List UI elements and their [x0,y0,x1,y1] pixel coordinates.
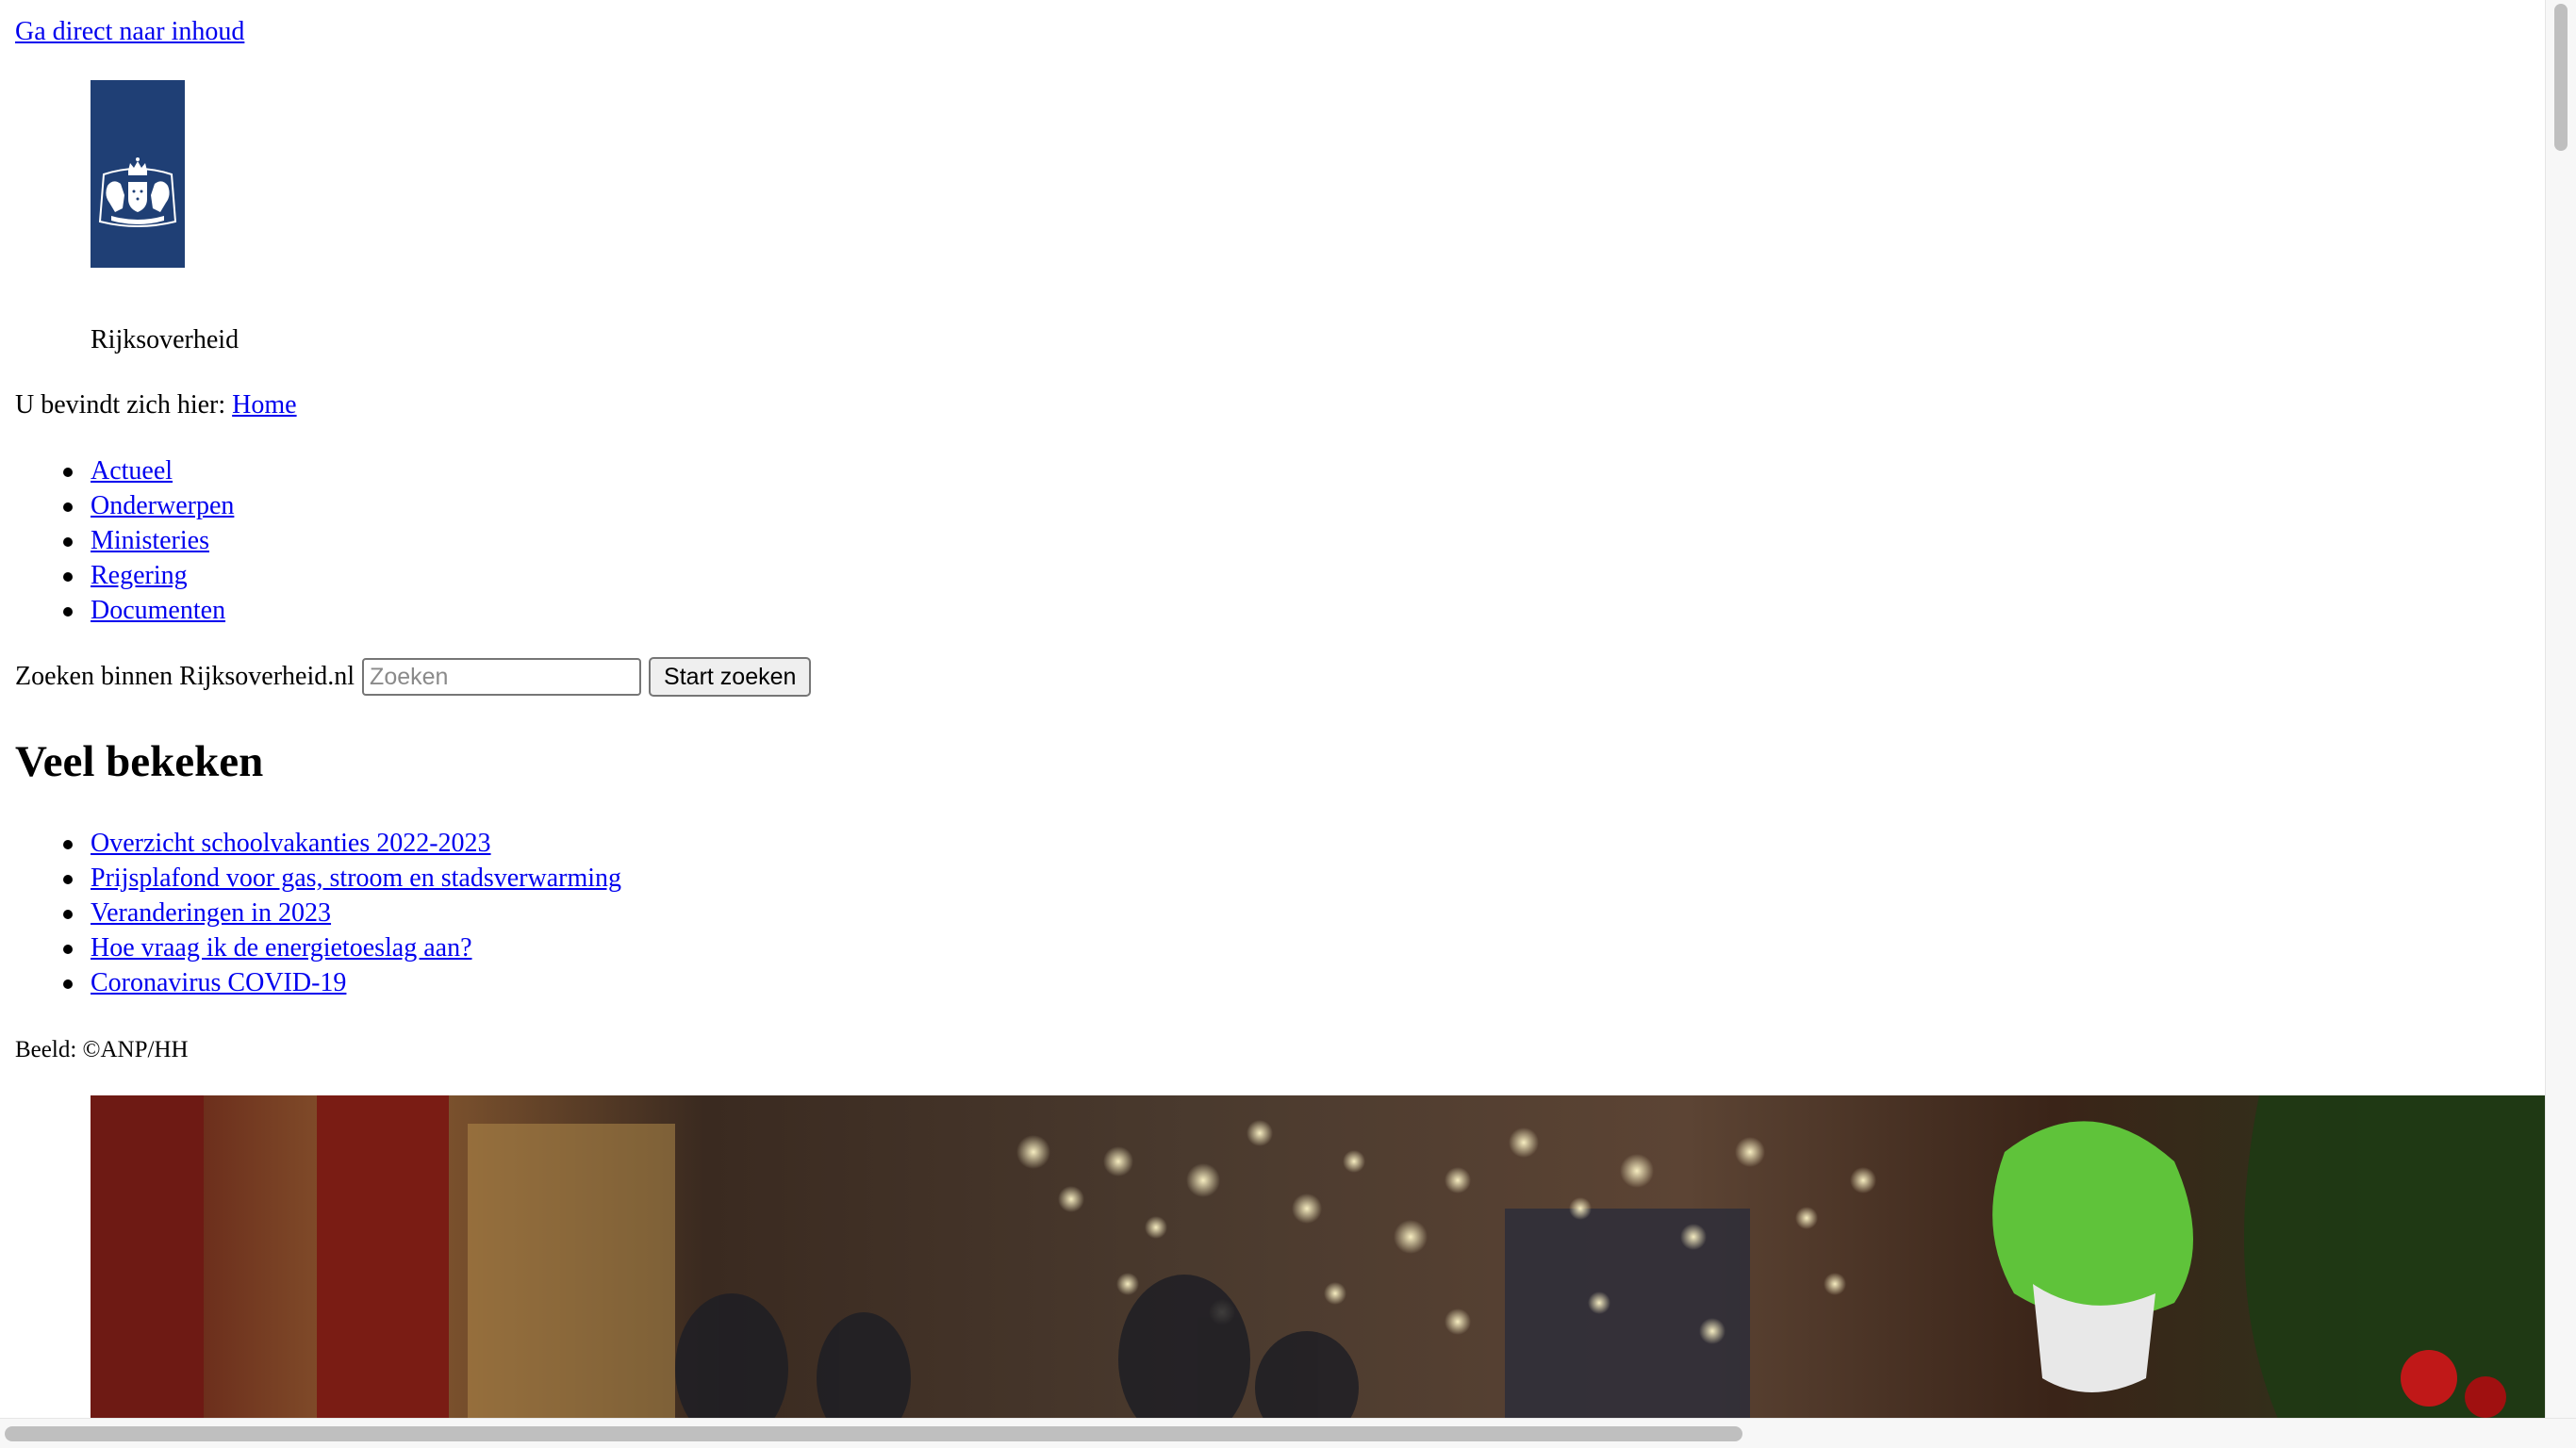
list-item: Prijsplafond voor gas, stroom en stadsve… [62,861,621,896]
horizontal-scrollbar[interactable] [0,1418,2576,1448]
vertical-scrollbar-thumb[interactable] [2554,4,2568,151]
nav-link-actueel[interactable]: Actueel [91,456,173,485]
nav-item-onderwerpen: Onderwerpen [62,488,234,523]
search-input[interactable] [362,658,642,696]
popular-link-energietoeslag[interactable]: Hoe vraag ik de energietoeslag aan? [91,933,472,963]
popular-link-veranderingen[interactable]: Veranderingen in 2023 [91,898,331,928]
search-button[interactable]: Start zoeken [649,657,812,697]
breadcrumb-home-link[interactable]: Home [232,390,296,420]
hero-image [91,1095,2546,1419]
popular-list: Overzicht schoolvakanties 2022-2023 Prij… [62,826,621,1000]
nav-link-documenten[interactable]: Documenten [91,596,225,625]
skip-to-content-link[interactable]: Ga direct naar inhoud [15,13,244,51]
popular-heading: Veel bekeken [15,737,264,786]
image-credit: Beeld: ©ANP/HH [15,1037,189,1062]
list-item: Veranderingen in 2023 [62,896,621,930]
nav-item-documenten: Documenten [62,593,234,628]
breadcrumb: U bevindt zich hier: Home [15,387,297,424]
breadcrumb-label: U bevindt zich hier: [15,390,226,420]
nav-link-onderwerpen[interactable]: Onderwerpen [91,491,234,520]
main-navigation: Actueel Onderwerpen Ministeries Regering… [62,453,234,628]
list-item: Hoe vraag ik de energietoeslag aan? [62,930,621,965]
nav-item-actueel: Actueel [62,453,234,488]
page: Ga direct naar inhoud Rijksoverheid U be… [0,0,2546,1419]
nav-item-regering: Regering [62,558,234,593]
popular-link-schoolvakanties[interactable]: Overzicht schoolvakanties 2022-2023 [91,829,491,858]
rijksoverheid-logo[interactable] [91,80,185,268]
search-form: Zoeken binnen Rijksoverheid.nl Start zoe… [15,657,812,697]
search-label: Zoeken binnen Rijksoverheid.nl [15,662,355,691]
list-item: Overzicht schoolvakanties 2022-2023 [62,826,621,861]
coat-of-arms-icon [98,157,177,227]
vertical-scrollbar[interactable] [2545,0,2576,1419]
nav-item-ministeries: Ministeries [62,523,234,558]
popular-link-coronavirus[interactable]: Coronavirus COVID-19 [91,968,346,997]
horizontal-scrollbar-thumb[interactable] [5,1426,1742,1441]
brand-name: Rijksoverheid [91,325,239,354]
nav-link-ministeries[interactable]: Ministeries [91,526,209,555]
popular-link-prijsplafond[interactable]: Prijsplafond voor gas, stroom en stadsve… [91,864,621,893]
christmas-market-photo [91,1095,2546,1419]
list-item: Coronavirus COVID-19 [62,965,621,1000]
nav-link-regering[interactable]: Regering [91,561,188,590]
